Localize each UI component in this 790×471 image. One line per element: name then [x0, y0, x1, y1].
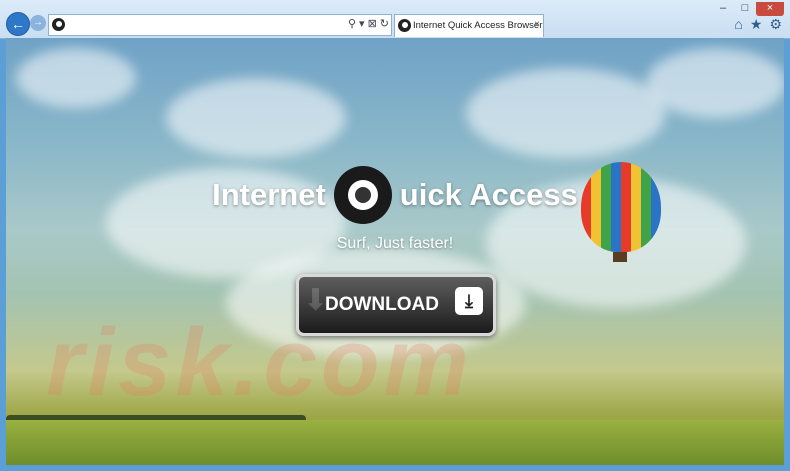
download-button[interactable]: ⬇ DOWNLOAD ⤓ [296, 274, 496, 336]
product-title: Internet uick Access [6, 166, 784, 224]
minimize-button[interactable]: – [712, 2, 734, 16]
download-label: DOWNLOAD [325, 294, 439, 315]
field-ground [6, 420, 784, 465]
page-content: risk.com Internet uick Access Surf, Just… [6, 38, 784, 465]
title-left: Internet [212, 177, 326, 212]
cloud [16, 48, 136, 108]
window-controls: – □ × [712, 2, 784, 16]
title-right: uick Access [399, 177, 578, 212]
back-arrow-icon[interactable]: ← [6, 12, 30, 36]
tagline: Surf, Just faster! [336, 235, 454, 252]
browser-window: – □ × ← → ⚲ ▾ ⊠ ↻ Internet Quick Access … [0, 0, 790, 471]
address-bar[interactable]: ⚲ ▾ ⊠ ↻ [48, 14, 392, 36]
cloud [166, 78, 346, 158]
home-icon[interactable]: ⌂ [734, 16, 742, 33]
compat-view-icon[interactable]: ⊠ [368, 16, 377, 33]
tab-active[interactable]: Internet Quick Access Browser × [394, 14, 544, 37]
close-button[interactable]: × [756, 2, 784, 16]
search-icon[interactable]: ⚲ [348, 16, 356, 33]
favorites-star-icon[interactable]: ★ [750, 16, 763, 33]
cloud [646, 48, 784, 118]
tab-favicon-icon [398, 19, 411, 32]
cloud [466, 68, 666, 158]
balloon-basket [613, 252, 627, 262]
download-icon: ⤓ [455, 287, 483, 315]
product-logo-icon [333, 166, 392, 224]
address-tools: ⚲ ▾ ⊠ ↻ [348, 16, 389, 33]
site-favicon-icon [52, 18, 65, 31]
dropdown-icon[interactable]: ▾ [359, 16, 365, 33]
maximize-button[interactable]: □ [734, 2, 756, 16]
forward-arrow-icon[interactable]: → [30, 15, 46, 31]
settings-gear-icon[interactable]: ⚙ [769, 16, 782, 33]
browser-toolbar: ⌂ ★ ⚙ [734, 16, 782, 33]
tab-title: Internet Quick Access Browser [413, 20, 543, 31]
refresh-icon[interactable]: ↻ [380, 16, 389, 33]
tab-close-icon[interactable]: × [534, 19, 540, 30]
browser-chrome: – □ × ← → ⚲ ▾ ⊠ ↻ Internet Quick Access … [0, 0, 790, 39]
